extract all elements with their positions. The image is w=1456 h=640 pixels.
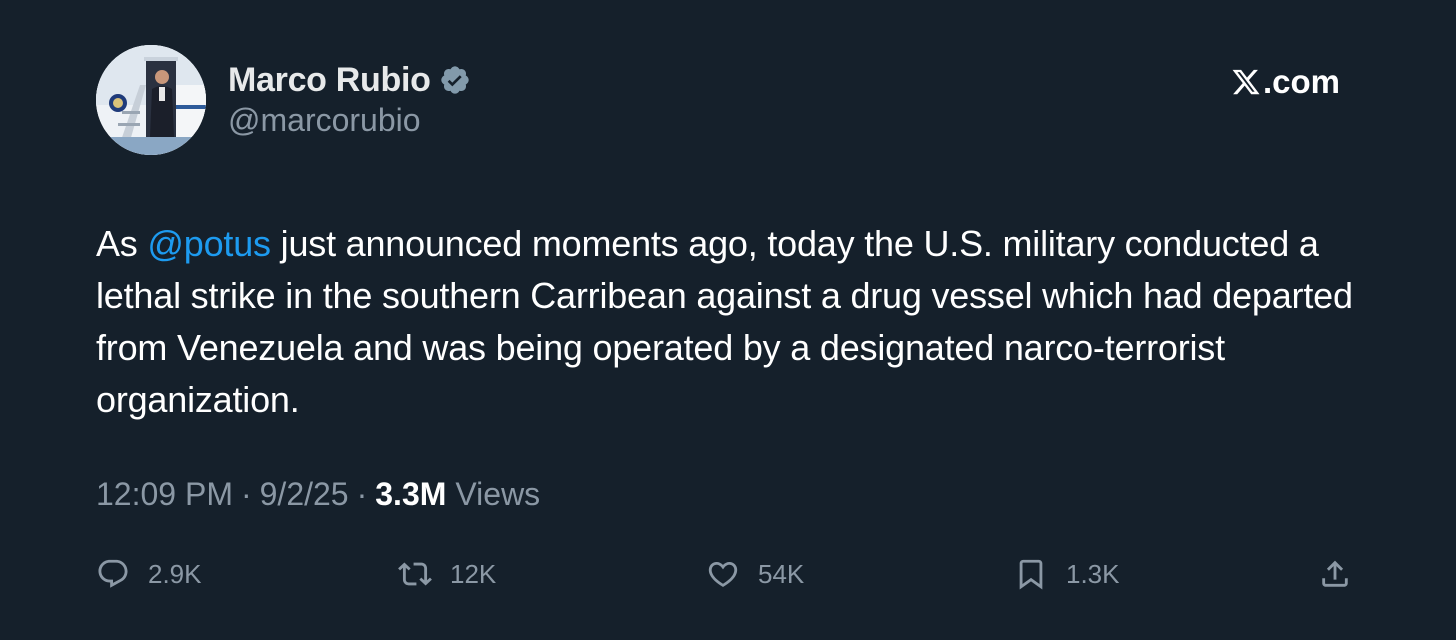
author-name-row[interactable]: Marco Rubio [228,58,471,102]
views-count: 3.3M [375,476,447,512]
meta-separator: · [356,476,368,512]
share-button[interactable] [1318,552,1352,596]
tweet-card: Marco Rubio @marcorubio .com As @potus j… [0,0,1456,640]
reply-icon [96,557,130,591]
author-handle[interactable]: @marcorubio [228,102,421,139]
repost-button[interactable]: 12K [398,552,496,596]
tweet-time[interactable]: 12:09 PM [96,476,233,513]
site-brand-text: .com [1262,63,1340,100]
bookmark-button[interactable]: 1.3K [1014,552,1120,596]
avatar[interactable] [96,45,206,155]
tweet-meta: 12:09 PM · 9/2/25 · 3.3M Views [96,476,540,513]
tweet-date[interactable]: 9/2/25 [260,476,349,513]
bookmark-icon [1014,557,1048,591]
repost-count: 12K [450,558,497,589]
site-brand[interactable]: .com [1231,60,1340,104]
views-label: Views [455,476,541,512]
verified-badge-icon [439,64,471,96]
author-display-name[interactable]: Marco Rubio [228,61,431,100]
share-icon [1318,557,1352,591]
like-count: 54K [758,558,805,589]
reply-count: 2.9K [148,558,202,589]
mention-link[interactable]: @potus [147,223,271,264]
bookmark-count: 1.3K [1066,558,1120,589]
tweet-text: As @potus just announced moments ago, to… [96,218,1376,426]
heart-icon [706,557,740,591]
reply-button[interactable]: 2.9K [96,552,202,596]
avatar-photo [96,45,206,155]
tweet-actions: 2.9K 12K 54K 1.3K [96,552,1356,596]
like-button[interactable]: 54K [706,552,804,596]
meta-separator: · [240,476,252,512]
repost-icon [398,557,432,591]
x-logo-icon [1231,67,1261,97]
tweet-text-start: As [96,223,148,264]
tweet-text-rest: just announced moments ago, today the U.… [96,223,1353,420]
